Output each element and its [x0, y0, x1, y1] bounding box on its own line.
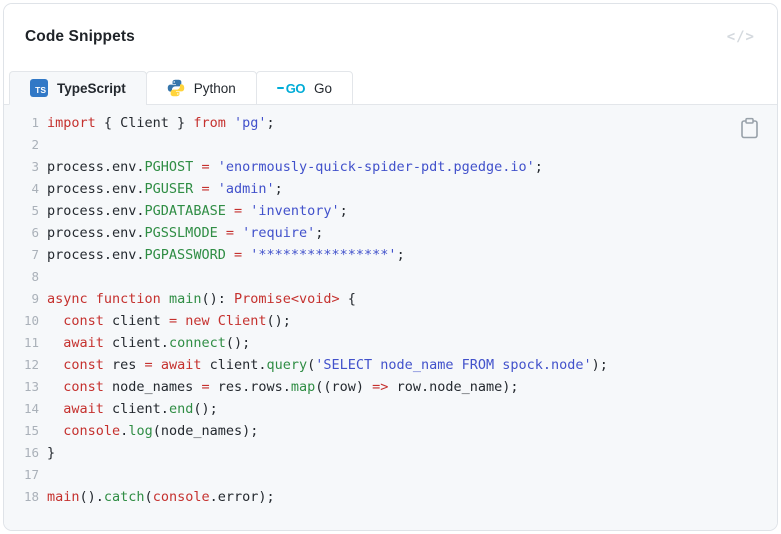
code-editor-panel: 1 import { Client } from 'pg'; 2 3 process.e…	[4, 105, 777, 530]
line-number: 2	[31, 137, 39, 152]
line-number: 15	[23, 423, 39, 438]
card-header: Code Snippets </>	[4, 4, 777, 70]
code-snippets-card: Code Snippets </> TS TypeScript Python G…	[3, 3, 778, 531]
code-text: const res = await client.query('SELECT n…	[63, 357, 608, 373]
code-text: const node_names = res.rows.map((row) =>…	[63, 379, 519, 395]
code-line: 9 async function main(): Promise<void> {	[4, 288, 777, 310]
code-lines: 1 import { Client } from 'pg'; 2 3 process.e…	[4, 112, 777, 508]
tab-go-label: Go	[314, 80, 333, 96]
code-text: process.env.PGPASSWORD = '**************…	[47, 247, 405, 263]
code-line: 13 const node_names = res.rows.map((row)…	[4, 376, 777, 398]
line-number: 10	[23, 313, 39, 328]
code-line: 6 process.env.PGSSLMODE = 'require';	[4, 222, 777, 244]
code-text: process.env.PGHOST = 'enormously-quick-s…	[47, 159, 543, 175]
code-text: main().catch(console.error);	[47, 489, 275, 505]
tab-python[interactable]: Python	[145, 71, 257, 105]
copy-code-button[interactable]	[738, 117, 760, 141]
code-line: 10 const client = new Client();	[4, 310, 777, 332]
line-number: 13	[23, 379, 39, 394]
code-text: process.env.PGDATABASE = 'inventory';	[47, 203, 348, 219]
line-number: 8	[31, 269, 39, 284]
line-number: 17	[23, 467, 39, 482]
line-number: 18	[23, 489, 39, 504]
code-line: 16}	[4, 442, 777, 464]
line-number: 5	[31, 203, 39, 218]
code-text: await client.connect();	[63, 335, 251, 351]
line-number: 11	[23, 335, 39, 350]
code-line: 5 process.env.PGDATABASE = 'inventory';	[4, 200, 777, 222]
code-line: 7 process.env.PGPASSWORD = '*************…	[4, 244, 777, 266]
code-line: 12 const res = await client.query('SELEC…	[4, 354, 777, 376]
code-text: console.log(node_names);	[63, 423, 259, 439]
code-text: import { Client } from 'pg';	[47, 115, 275, 131]
code-line: 15 console.log(node_names);	[4, 420, 777, 442]
python-icon	[167, 79, 185, 97]
typescript-icon: TS	[30, 79, 48, 97]
code-line: 14 await client.end();	[4, 398, 777, 420]
code-brackets-icon: </>	[726, 29, 755, 45]
line-number: 9	[31, 291, 39, 306]
page-title: Code Snippets	[25, 28, 135, 45]
code-line: 17	[4, 464, 777, 486]
tab-go[interactable]: GO Go	[255, 71, 354, 105]
code-line: 3 process.env.PGHOST = 'enormously-quick-…	[4, 156, 777, 178]
go-icon: GO	[277, 81, 306, 96]
code-text: async function main(): Promise<void> {	[47, 291, 356, 307]
code-line: 4 process.env.PGUSER = 'admin';	[4, 178, 777, 200]
tab-typescript-label: TypeScript	[57, 80, 126, 96]
code-line: 11 await client.connect();	[4, 332, 777, 354]
code-text: process.env.PGUSER = 'admin';	[47, 181, 283, 197]
code-line: 1 import { Client } from 'pg';	[4, 112, 777, 134]
code-line: 8	[4, 266, 777, 288]
tab-python-label: Python	[193, 80, 236, 96]
code-text: const client = new Client();	[63, 313, 291, 329]
language-tabbar: TS TypeScript Python GO Go	[4, 70, 777, 105]
line-number: 3	[31, 159, 39, 174]
code-text: }	[47, 445, 56, 461]
code-text: process.env.PGSSLMODE = 'require';	[47, 225, 324, 241]
line-number: 4	[31, 181, 39, 196]
line-number: 12	[23, 357, 39, 372]
code-line: 2	[4, 134, 777, 156]
code-text: await client.end();	[63, 401, 218, 417]
line-number: 16	[23, 445, 39, 460]
tab-typescript[interactable]: TS TypeScript	[9, 71, 147, 105]
line-number: 1	[31, 115, 39, 130]
line-number: 6	[31, 225, 39, 240]
line-number: 14	[23, 401, 39, 416]
line-number: 7	[31, 247, 39, 262]
code-line: 18 main().catch(console.error);	[4, 486, 777, 508]
